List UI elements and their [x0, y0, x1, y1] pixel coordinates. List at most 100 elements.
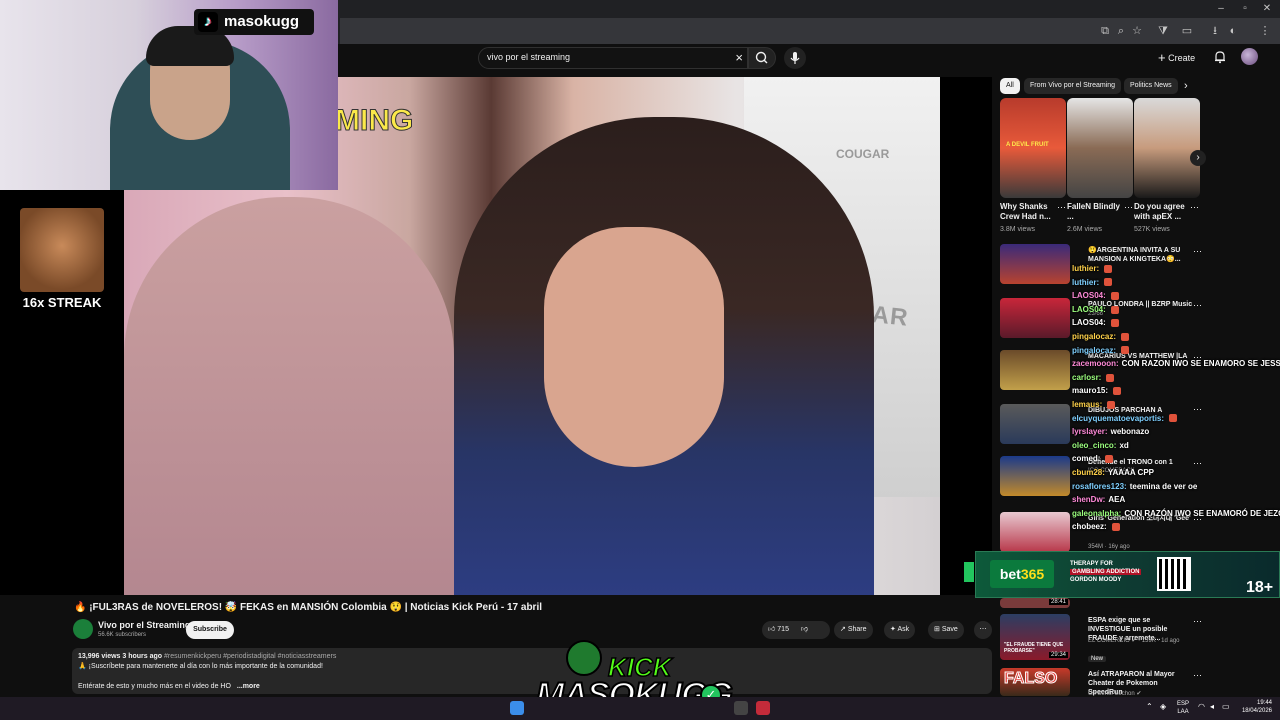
chat-text: xd [1119, 440, 1129, 450]
hashtags[interactable]: #resumenkickperu #periodistadigital #not… [164, 653, 336, 660]
thumbs-down-icon[interactable]: 👎︎ [801, 626, 808, 633]
video-thumbnail[interactable]: FALSO [1000, 668, 1070, 696]
video-thumbnail[interactable] [1000, 298, 1070, 338]
chat-text: YAAAA CPP [1107, 468, 1154, 477]
browser-menu-icon[interactable]: ⋮ [1258, 24, 1272, 38]
chat-username[interactable]: luthier: [1072, 278, 1099, 287]
like-button[interactable]: 👍︎ 715 👎︎ [762, 621, 830, 639]
search-button[interactable] [748, 47, 776, 69]
video-thumbnail[interactable] [1000, 244, 1070, 284]
show-more-link[interactable]: ...more [237, 683, 260, 690]
chat-message: elcuyquematoevaportis: [1072, 414, 1178, 423]
subscribe-button[interactable]: Subscribe [186, 621, 234, 639]
account-avatar[interactable] [1241, 48, 1258, 65]
shorts-next-icon[interactable]: › [1190, 150, 1206, 166]
browser-profile-icon[interactable]: ◐ [1226, 24, 1240, 38]
more-vert-icon[interactable]: ⋯ [1190, 202, 1199, 213]
tray-app-icon[interactable]: ◈ [1160, 702, 1166, 711]
more-vert-icon[interactable]: ⋯ [1193, 616, 1202, 627]
ad-therapy-text: THERAPY FOR GAMBLING ADDICTION GORDON MO… [1070, 560, 1150, 584]
language-indicator[interactable]: ESP LAA [1177, 700, 1189, 716]
chat-username[interactable]: comed: [1072, 454, 1100, 463]
video-item-title[interactable]: 😲ARGENTINA INVITA A SU MANSION A KINGTEK… [1088, 246, 1193, 264]
download-icon[interactable]: ⭳ [1208, 24, 1222, 38]
chat-username[interactable]: oleo_cinco: [1072, 441, 1116, 450]
short-thumbnail[interactable] [1067, 98, 1133, 198]
description-line-2: Entérate de esto y mucho más en el video… [78, 683, 260, 690]
more-vert-icon[interactable]: ⋯ [1057, 202, 1066, 213]
chat-username[interactable]: lyrslayer: [1072, 427, 1108, 436]
chevron-right-icon[interactable]: › [1184, 80, 1188, 92]
chat-emote-icon [1121, 346, 1130, 355]
video-thumbnail[interactable]: "EL FRAUDE TIENE QUE PROBARSE" 29:34 [1000, 614, 1070, 660]
video-thumbnail[interactable] [1000, 456, 1070, 496]
search-input[interactable]: vivo por el streaming × [478, 47, 748, 69]
save-button[interactable]: ⊞ Save [928, 621, 964, 639]
more-vert-icon[interactable]: ⋯ [1124, 202, 1133, 213]
chat-username[interactable]: LAOS04: [1072, 305, 1106, 314]
bookmark-star-icon[interactable]: ☆ [1130, 24, 1144, 38]
lens-icon[interactable]: ⌕ [1114, 24, 1128, 38]
chat-username[interactable]: galeonalpha: [1072, 509, 1121, 518]
chat-username[interactable]: chobeez: [1072, 522, 1107, 531]
chat-username[interactable]: elcuyquematoevaportis: [1072, 414, 1164, 423]
chat-username[interactable]: lemaus: [1072, 400, 1102, 409]
close-window-button[interactable]: ✕ [1258, 2, 1276, 16]
channel-name[interactable]: Vivo por el Streaming [98, 620, 190, 630]
windows-start-icon[interactable] [510, 701, 524, 715]
short-thumbnail[interactable] [1134, 98, 1200, 198]
kick-mascot-icon [566, 640, 602, 676]
short-thumbnail[interactable]: A DEVIL FRUIT [1000, 98, 1066, 198]
taskbar-app-icon[interactable] [756, 701, 770, 715]
chat-username[interactable]: luthier: [1072, 264, 1099, 273]
sidebar-icon[interactable]: ▭ [1180, 24, 1194, 38]
short-views: 527K views [1134, 226, 1170, 233]
maximize-button[interactable]: ▫ [1236, 2, 1254, 16]
channel-avatar[interactable] [73, 619, 93, 639]
sparkle-icon: ✦ [890, 626, 896, 633]
short-title[interactable]: FalleN Blindly ... [1067, 202, 1127, 222]
video-thumbnail[interactable] [1000, 350, 1070, 390]
translate-icon[interactable]: ⧉ [1098, 24, 1112, 38]
minimize-button[interactable]: – [1212, 2, 1230, 16]
wifi-icon[interactable]: ◠ [1198, 702, 1205, 711]
share-button[interactable]: ↗ Share [834, 621, 873, 639]
video-thumbnail[interactable] [1000, 512, 1070, 552]
voice-search-button[interactable] [784, 47, 806, 69]
more-vert-icon[interactable]: ⋯ [1193, 670, 1202, 681]
create-button[interactable]: + Create [1158, 50, 1195, 66]
chat-username[interactable]: LAOS04: [1072, 318, 1106, 327]
battery-icon[interactable]: ▭ [1222, 702, 1230, 711]
chat-username[interactable]: pingalocaz: [1072, 346, 1116, 355]
more-actions-button[interactable]: ⋯ [974, 621, 992, 639]
chat-username[interactable]: LAOS04: [1072, 291, 1106, 300]
notifications-bell-icon[interactable] [1213, 50, 1227, 64]
chat-username[interactable]: pingalocaz: [1072, 332, 1116, 341]
chip-politics-news[interactable]: Politics News [1124, 78, 1178, 94]
chat-username[interactable]: zacemooon: [1072, 359, 1119, 368]
short-title[interactable]: Why Shanks Crew Had n... [1000, 202, 1060, 222]
video-thumbnail[interactable]: 28:41 [1000, 598, 1070, 608]
chip-from-channel[interactable]: From Vivo por el Streaming [1024, 78, 1122, 94]
laughing-man-emote [20, 208, 104, 292]
save-icon: ⊞ [934, 626, 940, 633]
windows-taskbar [0, 697, 1280, 720]
taskbar-app-icon[interactable] [734, 701, 748, 715]
short-title[interactable]: Do you agree with apEX ... [1134, 202, 1194, 222]
clock[interactable]: 19:44 18/04/2026 [1242, 699, 1272, 715]
chat-username[interactable]: shenDw: [1072, 495, 1105, 504]
tray-chevron-icon[interactable]: ⌃ [1146, 702, 1153, 711]
more-vert-icon[interactable]: ⋯ [1193, 246, 1202, 257]
chip-all[interactable]: All [1000, 78, 1020, 94]
chat-username[interactable]: mauro15: [1072, 386, 1108, 395]
ask-label: Ask [897, 626, 910, 633]
chat-message: pingalocaz: [1072, 332, 1130, 341]
ask-button[interactable]: ✦ Ask [884, 621, 916, 639]
chat-username[interactable]: cbum28: [1072, 468, 1105, 477]
chat-username[interactable]: rosaflores123: [1072, 482, 1127, 491]
clear-search-icon[interactable]: × [735, 50, 743, 65]
extensions-icon[interactable]: ⧩ [1156, 24, 1170, 38]
video-thumbnail[interactable] [1000, 404, 1070, 444]
chat-username[interactable]: carlosr: [1072, 373, 1101, 382]
volume-icon[interactable]: ◂ [1210, 702, 1214, 711]
